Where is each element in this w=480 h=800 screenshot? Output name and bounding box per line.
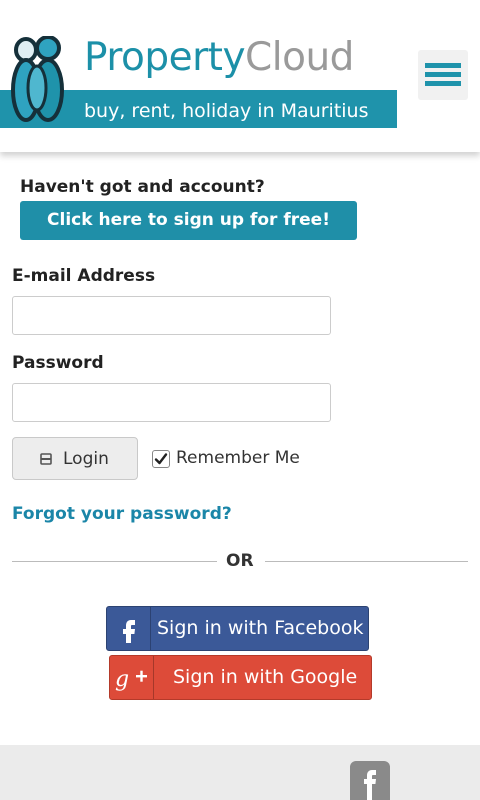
google-signin-label: Sign in with Google: [173, 666, 358, 688]
signup-question: Haven't got and account?: [20, 177, 265, 197]
facebook-icon: [364, 770, 376, 800]
login-label: Login: [63, 449, 109, 469]
password-label: Password: [12, 353, 104, 373]
brand-tagline: buy, rent, holiday in Mauritius: [84, 100, 369, 122]
hamburger-icon: [425, 63, 461, 86]
signup-button[interactable]: Click here to sign up for free!: [20, 201, 357, 240]
footer: [0, 745, 480, 800]
svg-text:g: g: [115, 667, 129, 692]
email-label: E-mail Address: [12, 266, 156, 286]
brand-name: PropertyCloud: [84, 34, 354, 82]
remember-me-label[interactable]: Remember Me: [176, 448, 300, 468]
footer-facebook-link[interactable]: [350, 761, 390, 800]
facebook-signin-button[interactable]: Sign in with Facebook: [106, 606, 369, 651]
property-cloud-logo[interactable]: PropertyCloud buy, rent, holiday in Maur…: [0, 10, 397, 128]
brand-secondary: Cloud: [245, 35, 354, 80]
checkmark-icon: [154, 453, 168, 465]
remember-me-checkbox[interactable]: [152, 450, 170, 468]
brand-primary: Property: [84, 35, 246, 80]
forgot-password-link[interactable]: Forgot your password?: [12, 504, 232, 524]
lock-icon: [40, 453, 52, 465]
google-signin-button[interactable]: g Sign in with Google: [109, 655, 372, 700]
divider-left: [12, 561, 217, 562]
facebook-signin-label: Sign in with Facebook: [157, 617, 364, 639]
menu-button[interactable]: [418, 50, 468, 100]
logo-figure-icon: [11, 36, 64, 122]
divider-right: [265, 561, 468, 562]
facebook-icon: [123, 620, 135, 643]
or-divider-label: OR: [226, 551, 254, 571]
facebook-icon-box: [107, 607, 151, 650]
password-field[interactable]: [12, 383, 331, 422]
google-icon-box: g: [110, 656, 154, 699]
email-field[interactable]: [12, 296, 331, 335]
login-button[interactable]: Login: [12, 437, 138, 480]
app-header: PropertyCloud buy, rent, holiday in Maur…: [0, 0, 480, 152]
google-plus-icon: g: [115, 667, 147, 692]
